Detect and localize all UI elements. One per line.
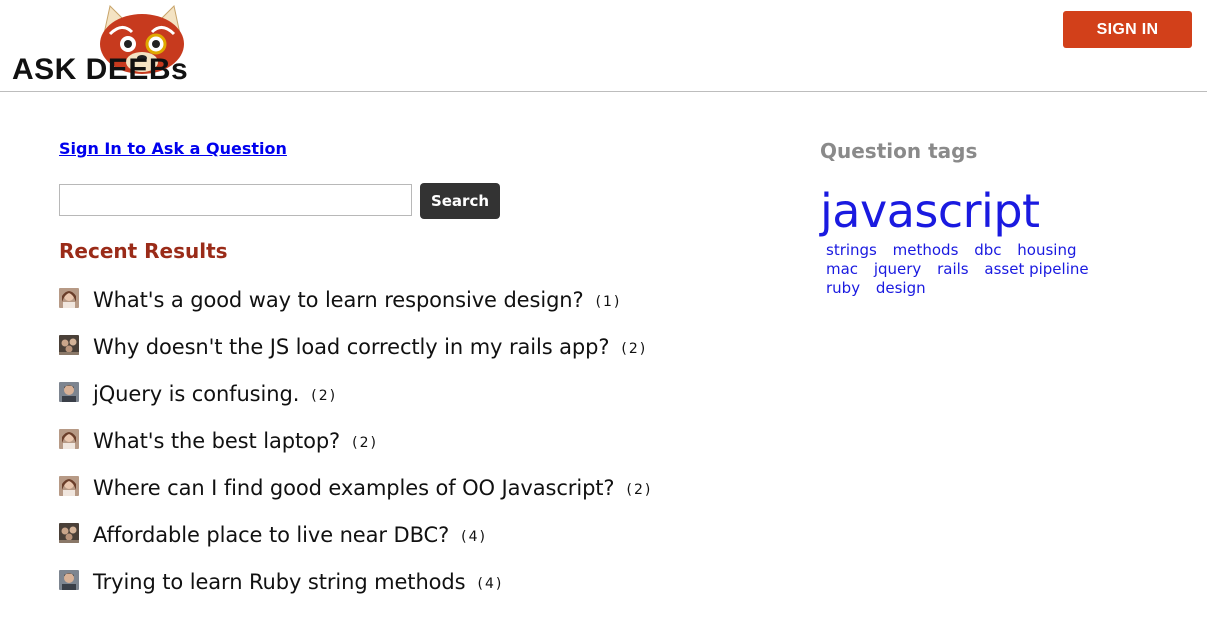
result-item: Affordable place to live near DBC? (4) (59, 519, 779, 566)
search-button[interactable]: Search (420, 183, 500, 219)
tag-link[interactable]: dbc (974, 241, 1001, 259)
recent-results-heading: Recent Results (59, 239, 228, 263)
result-item: What's a good way to learn responsive de… (59, 284, 779, 331)
results-list: What's a good way to learn responsive de… (59, 284, 779, 613)
user-avatar (59, 288, 79, 308)
result-title-link[interactable]: What's a good way to learn responsive de… (93, 284, 584, 316)
answer-count: (2) (311, 388, 338, 404)
tag-link[interactable]: strings (826, 241, 877, 259)
answer-count: (4) (477, 576, 504, 592)
result-item: Why doesn't the JS load correctly in my … (59, 331, 779, 378)
user-avatar (59, 476, 79, 496)
tag-link[interactable]: jquery (874, 260, 921, 278)
result-title-link[interactable]: Why doesn't the JS load correctly in my … (93, 331, 610, 363)
result-title-link[interactable]: Affordable place to live near DBC? (93, 519, 449, 551)
answer-count: (1) (595, 294, 622, 310)
result-item: Trying to learn Ruby string methods (4) (59, 566, 779, 613)
result-item: jQuery is confusing. (2) (59, 378, 779, 425)
search-input[interactable] (59, 184, 412, 216)
user-avatar (59, 429, 79, 449)
answer-count: (4) (461, 529, 487, 545)
site-header: ASK DEEBs SIGN IN (0, 0, 1207, 92)
sign-in-button[interactable]: SIGN IN (1063, 11, 1192, 48)
answer-count: (2) (352, 435, 378, 451)
user-avatar (59, 570, 79, 590)
answer-count: (2) (626, 482, 653, 498)
tag-cloud: strings methods dbc housing mac jquery r… (826, 241, 1126, 298)
tag-link[interactable]: asset pipeline (984, 260, 1088, 278)
site-logo[interactable]: ASK DEEBs (12, 4, 202, 86)
tag-link[interactable]: housing (1017, 241, 1076, 259)
question-tags-heading: Question tags (820, 139, 978, 163)
result-title-link[interactable]: Where can I find good examples of OO Jav… (93, 472, 615, 504)
tag-link[interactable]: methods (893, 241, 959, 259)
result-item: Where can I find good examples of OO Jav… (59, 472, 779, 519)
answer-count: (2) (621, 341, 648, 357)
tag-link[interactable]: design (876, 279, 926, 297)
user-avatar (59, 335, 79, 355)
tag-link-featured[interactable]: javascript (820, 185, 1040, 237)
result-title-link[interactable]: jQuery is confusing. (93, 378, 299, 410)
sign-in-to-ask-link[interactable]: Sign In to Ask a Question (59, 139, 287, 158)
tag-link[interactable]: mac (826, 260, 858, 278)
logo-text: ASK DEEBs (12, 53, 189, 86)
result-item: What's the best laptop? (2) (59, 425, 779, 472)
user-avatar (59, 382, 79, 402)
result-title-link[interactable]: What's the best laptop? (93, 425, 340, 457)
result-title-link[interactable]: Trying to learn Ruby string methods (93, 566, 466, 598)
user-avatar (59, 523, 79, 543)
tag-link[interactable]: rails (937, 260, 969, 278)
tag-link[interactable]: ruby (826, 279, 860, 297)
